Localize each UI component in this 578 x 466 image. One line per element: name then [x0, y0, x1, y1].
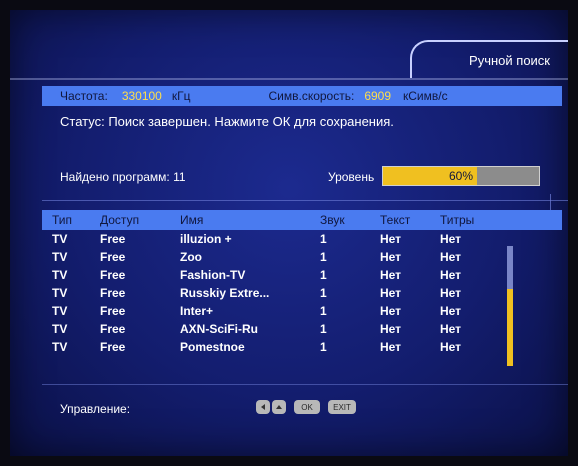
channel-list-scrollbar[interactable]: [507, 246, 513, 366]
cell-text: Нет: [380, 340, 402, 354]
header-subtitles: Титры: [440, 213, 475, 227]
cell-name: Russkiy Extre...: [180, 286, 270, 300]
frequency-value[interactable]: 330100: [122, 89, 162, 103]
cell-text: Нет: [380, 232, 402, 246]
cell-text: Нет: [380, 304, 402, 318]
header-type: Тип: [52, 213, 73, 227]
header-audio: Звук: [320, 213, 345, 227]
cell-access: Free: [100, 304, 126, 318]
table-row[interactable]: TV Free illuzion + 1 Нет Нет: [42, 230, 562, 248]
status-text: Статус: Поиск завершен. Нажмите ОК для с…: [60, 114, 394, 129]
table-header: Тип Доступ Имя Звук Текст Титры: [42, 210, 562, 230]
cell-type: TV: [52, 304, 68, 318]
frequency-unit: кГц: [171, 89, 191, 103]
header-access: Доступ: [100, 213, 140, 227]
table-row[interactable]: TV Free Zoo 1 Нет Нет: [42, 248, 562, 266]
table-row[interactable]: TV Free AXN-SciFi-Ru 1 Нет Нет: [42, 320, 562, 338]
cell-text: Нет: [380, 250, 402, 264]
cell-text: Нет: [380, 322, 402, 336]
frequency-label: Частота:: [60, 89, 108, 103]
ok-button[interactable]: OK: [294, 400, 320, 414]
cell-name: Pomestnoe: [180, 340, 245, 354]
cell-access: Free: [100, 250, 126, 264]
cell-name: illuzion +: [180, 232, 232, 246]
cell-name: Fashion-TV: [180, 268, 246, 282]
section-divider: [42, 200, 568, 201]
cell-type: TV: [52, 232, 68, 246]
signal-level-label: Уровень: [328, 170, 375, 184]
cell-text: Нет: [380, 286, 402, 300]
table-row[interactable]: TV Free Inter+ 1 Нет Нет: [42, 302, 562, 320]
signal-level-bar: 60%: [382, 166, 540, 186]
control-label: Управление:: [60, 402, 131, 416]
table-row[interactable]: TV Free Fashion-TV 1 Нет Нет: [42, 266, 562, 284]
signal-level-text: 60%: [448, 169, 474, 183]
left-arrow-button[interactable]: [256, 400, 270, 414]
exit-button[interactable]: EXIT: [328, 400, 356, 414]
cell-type: TV: [52, 250, 68, 264]
up-arrow-icon: [276, 405, 282, 409]
tv-screen: Ручной поиск Частота: 330100 кГц Симв.ск…: [10, 10, 568, 456]
up-arrow-button[interactable]: [272, 400, 286, 414]
table-body: TV Free illuzion + 1 Нет Нет TV Free Zoo…: [42, 230, 562, 356]
cell-audio: 1: [320, 304, 327, 318]
header-text: Текст: [380, 213, 411, 227]
left-arrow-icon: [261, 404, 265, 410]
section-divider-tick: [550, 194, 551, 210]
cell-audio: 1: [320, 268, 327, 282]
cell-audio: 1: [320, 340, 327, 354]
table-row[interactable]: TV Free Pomestnoe 1 Нет Нет: [42, 338, 562, 356]
table-row[interactable]: TV Free Russkiy Extre... 1 Нет Нет: [42, 284, 562, 302]
cell-audio: 1: [320, 250, 327, 264]
channel-table: Тип Доступ Имя Звук Текст Титры TV Free …: [42, 210, 562, 378]
symbol-rate-unit: кСимв/с: [403, 89, 448, 103]
cell-access: Free: [100, 322, 126, 336]
cell-access: Free: [100, 340, 126, 354]
cell-name: AXN-SciFi-Ru: [180, 322, 258, 336]
cell-type: TV: [52, 286, 68, 300]
cell-audio: 1: [320, 322, 327, 336]
cell-type: TV: [52, 340, 68, 354]
cell-audio: 1: [320, 286, 327, 300]
cell-name: Inter+: [180, 304, 214, 318]
scrollbar-thumb[interactable]: [507, 289, 513, 366]
page-title: Ручной поиск: [469, 52, 550, 68]
cell-access: Free: [100, 286, 126, 300]
cell-type: TV: [52, 268, 68, 282]
frequency-bar: Частота: 330100 кГц Симв.скорость: 6909 …: [42, 86, 562, 106]
page-title-tab: Ручной поиск: [410, 40, 568, 78]
cell-subtitles: Нет: [440, 232, 462, 246]
cell-audio: 1: [320, 232, 327, 246]
cell-text: Нет: [380, 268, 402, 282]
header-name: Имя: [180, 213, 204, 227]
title-divider: [10, 78, 568, 80]
cell-access: Free: [100, 268, 126, 282]
found-programs-text: Найдено программ: 11: [60, 170, 186, 184]
cell-name: Zoo: [180, 250, 202, 264]
cell-access: Free: [100, 232, 126, 246]
cell-type: TV: [52, 322, 68, 336]
symbol-rate-value[interactable]: 6909: [364, 89, 391, 103]
symbol-rate-label: Симв.скорость:: [268, 89, 355, 103]
footer-divider: [42, 384, 568, 385]
